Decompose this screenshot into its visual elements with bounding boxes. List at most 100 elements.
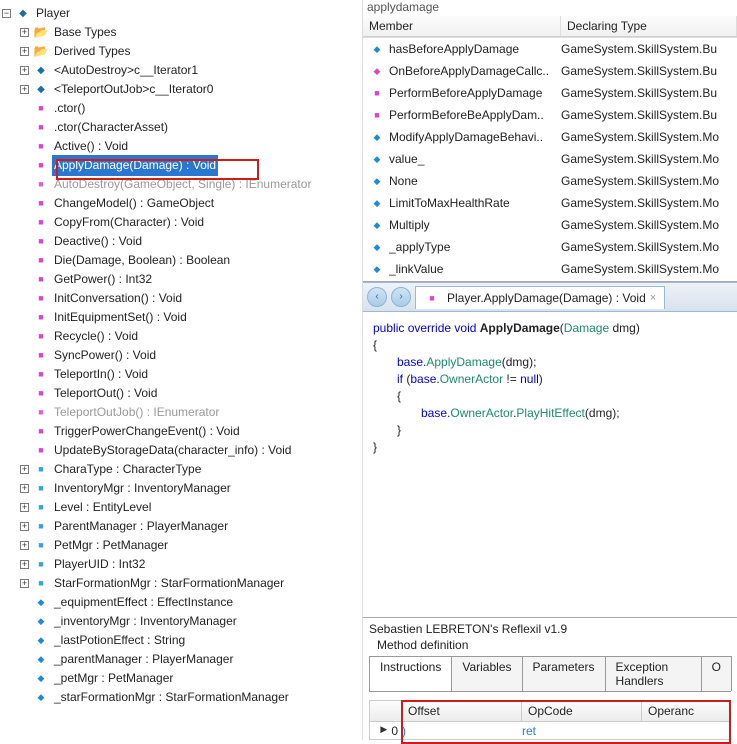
call: ApplyDamage [426, 355, 501, 369]
prop-inventorymgr[interactable]: InventoryMgr : InventoryManager [52, 478, 233, 499]
field-inventorymgr[interactable]: _inventoryMgr : InventoryManager [52, 611, 239, 632]
column-declaring-type[interactable]: Declaring Type [561, 16, 737, 36]
method-ctor[interactable]: .ctor(CharacterAsset) [52, 117, 170, 138]
reflexil-title: Sebastien LEBRETON's Reflexil v1.9 [369, 622, 731, 636]
member-row[interactable]: ◆value_GameSystem.SkillSystem.Mo [363, 148, 737, 170]
method-ctor[interactable]: .ctor() [52, 98, 87, 119]
member-row[interactable]: ◆NoneGameSystem.SkillSystem.Mo [363, 170, 737, 192]
method-autodestroy[interactable]: AutoDestroy(GameObject, Single) : IEnume… [52, 174, 313, 195]
method-initconversation[interactable]: InitConversation() : Void [52, 288, 184, 309]
member-icon: ◆ [369, 195, 385, 211]
column-member[interactable]: Member [363, 16, 561, 36]
expander[interactable]: + [20, 560, 29, 569]
method-updatebystorage[interactable]: UpdateByStorageData(character_info) : Vo… [52, 440, 293, 461]
expander[interactable]: − [2, 9, 11, 18]
member-icon: ◆ [369, 239, 385, 255]
expander[interactable]: + [20, 85, 29, 94]
reflexil-panel: Sebastien LEBRETON's Reflexil v1.9 Metho… [363, 617, 737, 740]
method-active[interactable]: Active() : Void [52, 136, 130, 157]
expander[interactable]: + [20, 579, 29, 588]
col-operand[interactable]: Operanc [642, 701, 730, 721]
prop-petmgr[interactable]: PetMgr : PetManager [52, 535, 170, 556]
member-name: None [389, 174, 561, 188]
call: PlayHitEffect [516, 406, 584, 420]
tab-instructions[interactable]: Instructions [369, 656, 452, 691]
member-row[interactable]: ■PerformBeforeApplyDamageGameSystem.Skil… [363, 82, 737, 104]
folder-base-types[interactable]: Base Types [52, 22, 118, 43]
prop-level[interactable]: Level : EntityLevel [52, 497, 153, 518]
field-lastpotioneffect[interactable]: _lastPotionEffect : String [52, 630, 187, 651]
member-row[interactable]: ◆ModifyApplyDamageBehavi..GameSystem.Ski… [363, 126, 737, 148]
method-deactive[interactable]: Deactive() : Void [52, 231, 144, 252]
expander[interactable]: + [20, 66, 29, 75]
iterator-class[interactable]: <TeleportOutJob>c__Iterator0 [52, 79, 215, 100]
tab-more[interactable]: O [701, 656, 732, 691]
instruction-row[interactable]: ▶0 ) ret [369, 722, 731, 740]
method-teleportoutjob[interactable]: TeleportOutJob() : IEnumerator [52, 402, 221, 423]
expander[interactable]: + [20, 503, 29, 512]
method-die[interactable]: Die(Damage, Boolean) : Boolean [52, 250, 232, 271]
member-row[interactable]: ◆hasBeforeApplyDamageGameSystem.SkillSys… [363, 38, 737, 60]
member-row[interactable]: ◆_linkValueGameSystem.SkillSystem.Mo [363, 258, 737, 280]
expander[interactable]: + [20, 484, 29, 493]
tab-title: Player.ApplyDamage(Damage) : Void [447, 291, 646, 305]
method-icon [33, 139, 49, 155]
method-syncpower[interactable]: SyncPower() : Void [52, 345, 158, 366]
prop-starformationmgr[interactable]: StarFormationMgr : StarFormationManager [52, 573, 286, 594]
kw: base [397, 355, 423, 369]
method-recycle[interactable]: Recycle() : Void [52, 326, 140, 347]
class-tree[interactable]: −◆Player +📂Base Types +📂Derived Types +◆… [0, 4, 360, 707]
col-opcode[interactable]: OpCode [522, 701, 642, 721]
method-triggerpowerchange[interactable]: TriggerPowerChangeEvent() : Void [52, 421, 242, 442]
member-name: _applyType [389, 240, 561, 254]
method-icon [33, 120, 49, 136]
method-changemodel[interactable]: ChangeModel() : GameObject [52, 193, 216, 214]
property-icon [33, 576, 49, 592]
code-view[interactable]: public override void ApplyDamage(Damage … [363, 312, 737, 617]
expander[interactable]: + [20, 47, 29, 56]
prop-playeruid[interactable]: PlayerUID : Int32 [52, 554, 147, 575]
method-applydamage[interactable]: ApplyDamage(Damage) : Void [52, 155, 218, 176]
arg: dmg [589, 406, 612, 420]
field-starformationmgr[interactable]: _starFormationMgr : StarFormationManager [52, 687, 291, 708]
col-offset[interactable]: Offset [402, 701, 522, 721]
code-tab[interactable]: Player.ApplyDamage(Damage) : Void × [415, 286, 665, 309]
field-parentmanager[interactable]: _parentManager : PlayerManager [52, 649, 235, 670]
prop-parentmanager[interactable]: ParentManager : PlayerManager [52, 516, 230, 537]
expander[interactable]: + [20, 522, 29, 531]
search-text[interactable]: applydamage [363, 0, 737, 16]
nav-forward-button[interactable]: › [391, 287, 411, 307]
nav-back-button[interactable]: ‹ [367, 287, 387, 307]
expander[interactable]: + [20, 28, 29, 37]
member-list[interactable]: ◆ hasBeforeApplyDamageGameSystem.SkillSys… [363, 37, 737, 282]
prop-charatype[interactable]: CharaType : CharacterType [52, 459, 203, 480]
method-teleportout[interactable]: TeleportOut() : Void [52, 383, 159, 404]
member-row[interactable]: ◆MultiplyGameSystem.SkillSystem.Mo [363, 214, 737, 236]
field-equipmenteffect[interactable]: _equipmentEffect : EffectInstance [52, 592, 235, 613]
member-name: LimitToMaxHealthRate [389, 196, 561, 210]
expander[interactable]: + [20, 465, 29, 474]
field-icon [33, 652, 49, 668]
expander[interactable]: + [20, 541, 29, 550]
tab-variables[interactable]: Variables [451, 656, 522, 691]
member-row[interactable]: ◆OnBeforeApplyDamageCallc..GameSystem.Sk… [363, 60, 737, 82]
member-row[interactable]: ◆_applyTypeGameSystem.SkillSystem.Mo [363, 236, 737, 258]
tab-parameters[interactable]: Parameters [522, 656, 606, 691]
iterator-class[interactable]: <AutoDestroy>c__Iterator1 [52, 60, 200, 81]
tab-exception-handlers[interactable]: Exception Handlers [605, 656, 702, 691]
member-type: GameSystem.SkillSystem.Bu [561, 64, 737, 78]
folder-derived-types[interactable]: Derived Types [52, 41, 132, 62]
method-icon [424, 290, 440, 306]
field-petmgr[interactable]: _petMgr : PetManager [52, 668, 175, 689]
tree-root[interactable]: Player [34, 3, 72, 24]
method-initequipment[interactable]: InitEquipmentSet() : Void [52, 307, 189, 328]
instructions-grid[interactable]: Offset OpCode Operanc ▶0 ) ret [369, 700, 731, 740]
member-row[interactable]: ■PerformBeforeBeApplyDam..GameSystem.Ski… [363, 104, 737, 126]
method-icon [33, 177, 49, 193]
close-icon[interactable]: × [650, 292, 656, 304]
member-name: hasBeforeApplyDamage [389, 42, 561, 56]
member-row[interactable]: ◆LimitToMaxHealthRateGameSystem.SkillSys… [363, 192, 737, 214]
method-teleportin[interactable]: TeleportIn() : Void [52, 364, 150, 385]
method-getpower[interactable]: GetPower() : Int32 [52, 269, 154, 290]
method-copyfrom[interactable]: CopyFrom(Character) : Void [52, 212, 206, 233]
